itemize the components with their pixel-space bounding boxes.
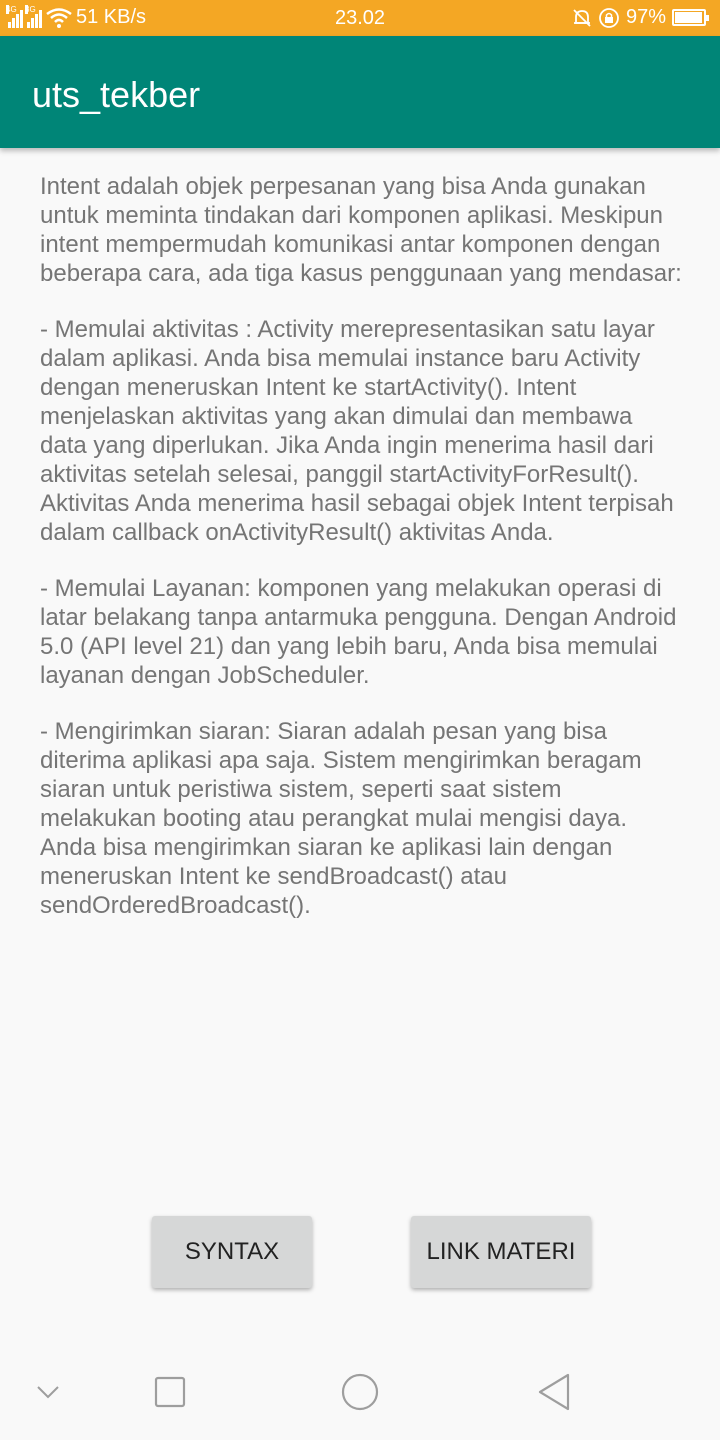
back-icon[interactable]	[536, 1372, 572, 1412]
link-materi-button[interactable]: LINK MATERI	[411, 1216, 591, 1288]
alarm-icon	[573, 8, 591, 27]
recents-icon[interactable]	[154, 1376, 186, 1408]
battery-charging-icon	[672, 9, 709, 26]
syntax-button[interactable]: SYNTAX	[152, 1216, 312, 1288]
home-icon[interactable]	[340, 1372, 380, 1412]
paragraph-activity: - Memulai aktivitas : Activity mereprese…	[40, 316, 674, 546]
paragraph-broadcast: - Mengirimkan siaran: Siaran adalah pesa…	[40, 718, 642, 919]
app-bar: uts_tekber	[0, 36, 720, 148]
paragraph-intro: Intent adalah objek perpesanan yang bisa…	[40, 173, 682, 287]
rotation-lock-icon	[599, 7, 619, 28]
content-text: Intent adalah objek perpesanan yang bisa…	[40, 172, 684, 947]
paragraph-service: - Memulai Layanan: komponen yang melakuk…	[40, 575, 677, 689]
app-title: uts_tekber	[32, 74, 201, 115]
navigation-bar	[0, 1344, 720, 1440]
battery-fill	[675, 12, 703, 23]
chevron-down-icon[interactable]	[36, 1384, 60, 1400]
battery-percent: 97%	[625, 6, 666, 28]
status-bar: 4G 3G 51 KB/s 23.02 97%	[0, 0, 720, 36]
status-right: 97%	[572, 6, 709, 29]
